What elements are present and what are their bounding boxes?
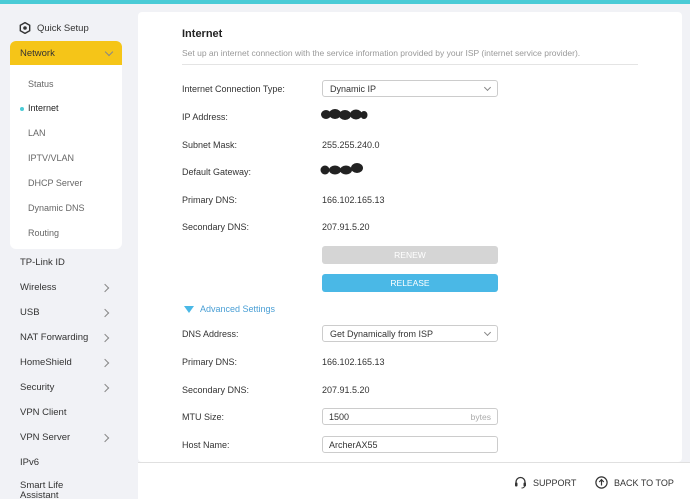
mtu-size-label: MTU Size:: [182, 412, 225, 422]
sidebar-item-label: Wireless: [20, 282, 57, 293]
sidebar-item-label: Smart Life Assistant: [20, 480, 64, 499]
sidebar-item-dynamic-dns[interactable]: Dynamic DNS: [28, 203, 85, 213]
sidebar-item-label: IPv6: [20, 457, 40, 468]
renew-button[interactable]: RENEW: [322, 246, 498, 264]
triangle-down-icon: [184, 305, 194, 313]
back-to-top-label: BACK TO TOP: [614, 477, 674, 488]
advanced-secondary-dns-label: Secondary DNS:: [182, 385, 250, 395]
page-subtitle: Set up an internet connection with the s…: [182, 48, 581, 58]
sidebar-item-routing[interactable]: Routing: [28, 228, 59, 238]
sidebar-item-vpn-client[interactable]: VPN Client: [20, 407, 108, 418]
sidebar-item-label: VPN Server: [20, 432, 71, 443]
dns-address-select[interactable]: Get Dynamically from ISP: [322, 325, 498, 342]
network-panel: Network Status Internet LAN IPTV/VLAN DH…: [10, 41, 122, 249]
connection-type-select[interactable]: Dynamic IP: [322, 80, 498, 97]
advanced-primary-dns-label: Primary DNS:: [182, 357, 238, 367]
support-link[interactable]: SUPPORT: [514, 476, 576, 489]
sidebar-item-lan[interactable]: LAN: [28, 128, 46, 138]
host-name-label: Host Name:: [182, 440, 230, 450]
chevron-right-icon: [100, 383, 110, 392]
chevron-right-icon: [100, 433, 110, 442]
quick-setup-label: Quick Setup: [37, 22, 89, 34]
ip-address-label: IP Address:: [182, 112, 228, 122]
divider: [182, 64, 638, 65]
chevron-right-icon: [100, 358, 110, 367]
internet-settings-panel: Internet Set up an internet connection w…: [138, 12, 682, 462]
page-title: Internet: [182, 28, 223, 40]
chevron-down-icon: [104, 47, 114, 56]
connection-type-label: Internet Connection Type:: [182, 84, 285, 94]
chevron-right-icon: [100, 308, 110, 317]
advanced-settings-label: Advanced Settings: [200, 304, 276, 314]
subnet-mask-value: 255.255.240.0: [322, 140, 380, 150]
sidebar-item-usb[interactable]: USB: [20, 307, 110, 318]
advanced-secondary-dns-value: 207.91.5.20: [322, 385, 370, 395]
mtu-unit: bytes: [470, 411, 491, 422]
sidebar-item-label: TP-Link ID: [20, 257, 65, 268]
secondary-dns-value: 207.91.5.20: [322, 222, 370, 232]
release-button[interactable]: RELEASE: [322, 274, 498, 292]
sidebar-item-security[interactable]: Security: [20, 382, 110, 393]
subnet-mask-label: Subnet Mask:: [182, 140, 238, 150]
sidebar-item-label: VPN Client: [20, 407, 67, 418]
mtu-size-input[interactable]: 1500 bytes: [322, 408, 498, 425]
sidebar-item-label: NAT Forwarding: [20, 332, 89, 343]
chevron-down-icon: [483, 328, 492, 336]
chevron-right-icon: [100, 283, 110, 292]
host-name-value: ArcherAX55: [329, 439, 378, 450]
default-gateway-label: Default Gateway:: [182, 167, 252, 177]
sidebar-item-smart-life-assistant[interactable]: Smart Life Assistant: [20, 481, 80, 499]
redacted-ip-address: [321, 109, 368, 120]
primary-dns-value: 166.102.165.13: [322, 195, 385, 205]
advanced-primary-dns-value: 166.102.165.13: [322, 357, 385, 367]
sidebar-item-iptv-vlan[interactable]: IPTV/VLAN: [28, 153, 74, 163]
sidebar-item-status[interactable]: Status: [28, 79, 54, 89]
chevron-right-icon: [100, 333, 110, 342]
sidebar-item-nat-forwarding[interactable]: NAT Forwarding: [20, 332, 110, 343]
primary-dns-label: Primary DNS:: [182, 195, 238, 205]
dns-address-value: Get Dynamically from ISP: [330, 328, 434, 339]
sidebar-item-dhcp-server[interactable]: DHCP Server: [28, 178, 82, 188]
sidebar-item-label: USB: [20, 307, 40, 318]
sidebar: Quick Setup Network Status Internet LAN …: [0, 4, 130, 499]
sidebar-item-vpn-server[interactable]: VPN Server: [20, 432, 110, 443]
secondary-dns-label: Secondary DNS:: [182, 222, 250, 232]
dns-address-label: DNS Address:: [182, 329, 239, 339]
advanced-settings-toggle[interactable]: Advanced Settings: [184, 304, 275, 314]
sidebar-item-wireless[interactable]: Wireless: [20, 282, 110, 293]
network-label: Network: [20, 47, 55, 59]
connection-type-value: Dynamic IP: [330, 83, 377, 94]
headset-icon: [515, 476, 526, 489]
redacted-gateway: [320, 163, 363, 175]
back-to-top-link[interactable]: BACK TO TOP: [595, 476, 674, 489]
sidebar-item-label: HomeShield: [20, 357, 72, 368]
sidebar-item-internet[interactable]: Internet: [28, 103, 59, 113]
sidebar-item-tplink-id[interactable]: TP-Link ID: [20, 257, 108, 268]
quick-setup-icon: [19, 22, 31, 34]
quick-setup-link[interactable]: Quick Setup: [19, 22, 89, 34]
sidebar-item-ipv6[interactable]: IPv6: [20, 457, 108, 468]
sidebar-item-label: Security: [20, 382, 55, 393]
active-dot-icon: [20, 107, 24, 111]
footer: SUPPORT BACK TO TOP: [138, 462, 690, 499]
arrow-up-circle-icon: [595, 476, 608, 489]
mtu-size-value: 1500: [329, 411, 350, 422]
chevron-down-icon: [483, 83, 492, 91]
host-name-input[interactable]: ArcherAX55: [322, 436, 498, 453]
sidebar-item-homeshield[interactable]: HomeShield: [20, 357, 110, 368]
network-menu-header[interactable]: Network: [10, 41, 122, 65]
support-label: SUPPORT: [533, 477, 577, 488]
